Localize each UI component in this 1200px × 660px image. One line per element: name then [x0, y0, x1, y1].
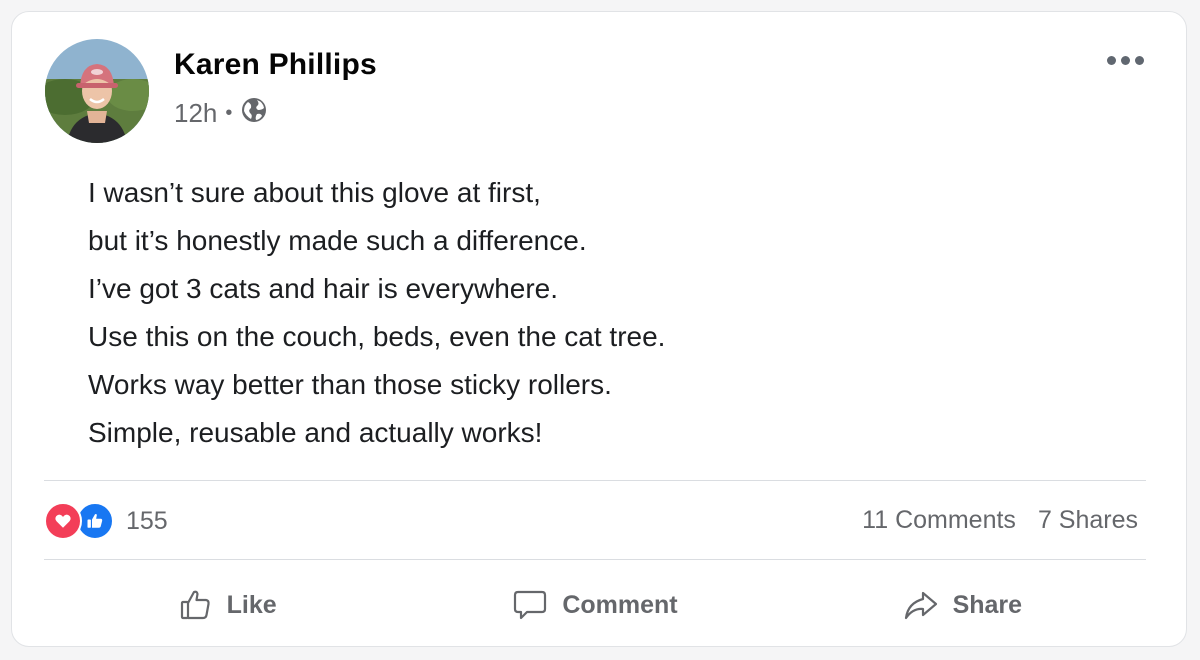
- globe-icon[interactable]: [240, 96, 268, 131]
- post-text: I wasn’t sure about this glove at first,…: [88, 169, 665, 457]
- post-text-line: Simple, reusable and actually works!: [88, 417, 543, 448]
- comment-button[interactable]: Comment: [411, 572, 778, 638]
- comment-icon: [512, 588, 548, 622]
- author-name[interactable]: Karen Phillips: [174, 48, 377, 82]
- divider: [44, 480, 1146, 481]
- more-options-icon[interactable]: [1107, 56, 1144, 65]
- post-stats: 11 Comments 7 Shares: [862, 506, 1138, 535]
- post-meta: 12h •: [174, 96, 268, 131]
- share-icon: [903, 588, 939, 622]
- like-label: Like: [226, 590, 277, 619]
- post-text-line: but it’s honestly made such a difference…: [88, 225, 587, 256]
- share-button[interactable]: Share: [779, 572, 1146, 638]
- post-time[interactable]: 12h: [174, 98, 217, 129]
- comments-count[interactable]: 11 Comments: [862, 506, 1016, 535]
- meta-separator: •: [225, 102, 233, 124]
- reactions-summary[interactable]: 155: [44, 502, 168, 540]
- post-text-line: Use this on the couch, beds, even the ca…: [88, 321, 666, 352]
- shares-count[interactable]: 7 Shares: [1038, 506, 1138, 535]
- comment-label: Comment: [562, 590, 678, 619]
- avatar[interactable]: [45, 39, 149, 143]
- love-icon: [44, 502, 82, 540]
- divider: [44, 559, 1146, 560]
- post-text-line: I’ve got 3 cats and hair is everywhere.: [88, 273, 559, 304]
- reaction-count: 155: [126, 506, 168, 535]
- action-bar: Like Comment Share: [44, 572, 1146, 638]
- post-text-line: I wasn’t sure about this glove at first,: [88, 177, 541, 208]
- post-card: Karen Phillips 12h • I wasn’t sure about…: [11, 11, 1187, 647]
- thumbs-up-icon: [179, 588, 213, 622]
- post-text-line: Works way better than those sticky rolle…: [88, 369, 612, 400]
- share-label: Share: [952, 590, 1023, 619]
- like-button[interactable]: Like: [44, 572, 411, 638]
